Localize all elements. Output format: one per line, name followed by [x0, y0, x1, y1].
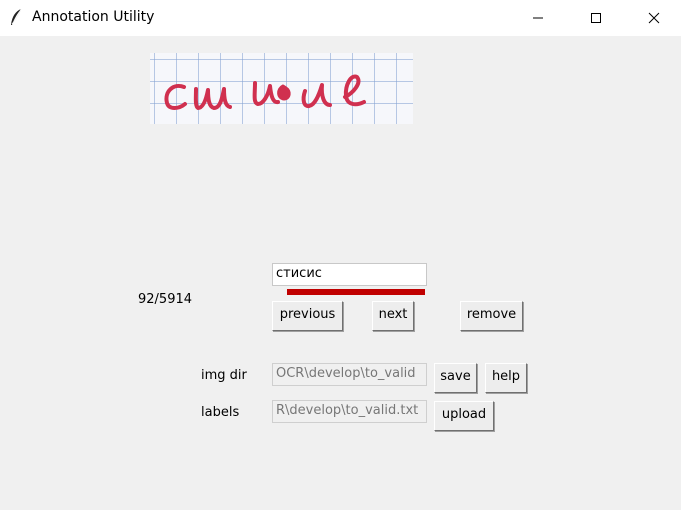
remove-button[interactable]: remove [460, 301, 523, 331]
close-icon [648, 12, 660, 24]
progress-counter: 92/5914 [138, 292, 193, 307]
feather-icon [8, 8, 24, 28]
progress-bar [287, 289, 425, 295]
maximize-button[interactable] [567, 0, 625, 36]
labels-field[interactable]: R\develop\to_valid.txt [272, 400, 427, 423]
upload-button[interactable]: upload [434, 401, 494, 431]
minimize-icon [533, 17, 543, 19]
labels-label: labels [201, 405, 240, 420]
minimize-button[interactable] [509, 0, 567, 36]
save-button[interactable]: save [434, 363, 477, 393]
img-dir-label: img dir [201, 368, 247, 383]
previous-button[interactable]: previous [272, 301, 343, 331]
help-button[interactable]: help [485, 363, 527, 393]
close-button[interactable] [625, 0, 681, 36]
handwriting-strokes [164, 74, 366, 110]
handwriting-image [150, 53, 413, 124]
img-dir-field[interactable]: OCR\develop\to_valid [272, 363, 427, 386]
window-title: Annotation Utility [32, 9, 155, 25]
annotation-text-field[interactable]: стисис [272, 263, 427, 286]
title-bar: Annotation Utility [0, 0, 681, 36]
next-button[interactable]: next [372, 301, 414, 331]
maximize-icon [591, 13, 601, 23]
